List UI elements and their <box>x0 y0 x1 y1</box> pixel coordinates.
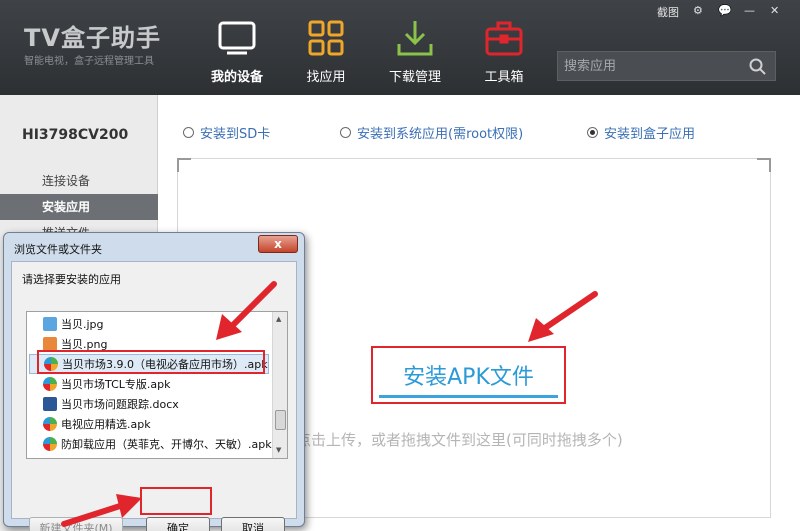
option-label: 安装到系统应用(需root权限) <box>357 127 524 142</box>
sidebar-item-install[interactable]: 安装应用 <box>0 194 158 220</box>
apk-file-icon <box>43 377 57 391</box>
arrow-annotation-icon <box>216 281 277 340</box>
list-item[interactable]: 当贝市场TCL专版.apk <box>29 374 170 394</box>
radio-button[interactable] <box>183 127 194 138</box>
grid-icon <box>304 18 348 58</box>
option-box-app[interactable]: 安装到盒子应用 <box>587 123 695 142</box>
option-sd-card[interactable]: 安装到SD卡 <box>183 123 270 142</box>
screenshot-button[interactable]: 截图 <box>657 4 679 20</box>
file-name: 防卸载应用（英菲克、开博尔、天敏）.apk <box>61 438 272 451</box>
list-item[interactable]: 当贝.jpg <box>29 314 104 334</box>
file-name: 当贝市场问题跟踪.docx <box>61 398 179 411</box>
jpg-file-icon <box>43 317 57 331</box>
file-name: 当贝.jpg <box>61 318 104 331</box>
drop-hint: 点击上传，或者拖拽文件到这里(可同时拖拽多个) <box>296 431 623 449</box>
nav-find-apps[interactable]: 找应用 <box>286 18 366 85</box>
corner-mark <box>177 158 191 172</box>
app-logo-title: TV盒子助手 <box>24 24 161 52</box>
nav-my-devices[interactable]: 我的设备 <box>197 18 277 85</box>
app-header: TV盒子助手 智能电视，盒子远程管理工具 我的设备 找应用 下载管理 工具箱 截… <box>0 0 800 95</box>
search-input[interactable] <box>564 56 744 76</box>
option-label: 安装到盒子应用 <box>604 127 696 142</box>
file-name: 当贝市场TCL专版.apk <box>61 378 171 391</box>
list-item[interactable]: 防卸载应用（英菲克、开博尔、天敏）.apk <box>29 434 272 454</box>
cancel-button[interactable]: 取消 <box>221 517 285 531</box>
download-icon <box>393 18 437 58</box>
scroll-thumb[interactable] <box>275 410 286 430</box>
png-file-icon <box>43 337 57 351</box>
list-item[interactable]: 当贝市场问题跟踪.docx <box>29 394 179 414</box>
device-name: HI3798CV200 <box>22 127 129 143</box>
dialog-prompt: 请选择要安装的应用 <box>22 273 121 286</box>
apk-file-icon <box>43 437 57 451</box>
install-apk-label: 安装APK文件 <box>403 365 534 390</box>
radio-button-checked[interactable] <box>587 127 598 138</box>
settings-icon[interactable]: ⚙ <box>693 4 703 17</box>
docx-file-icon <box>43 397 57 411</box>
close-icon[interactable]: ✕ <box>770 4 779 17</box>
nav-label: 下载管理 <box>388 70 441 85</box>
apk-file-icon <box>43 417 57 431</box>
nav-toolbox[interactable]: 工具箱 <box>464 18 544 85</box>
radio-button[interactable] <box>340 127 351 138</box>
feedback-icon[interactable]: 💬 <box>718 4 732 17</box>
file-browser-dialog: 浏览文件或文件夹 x 请选择要安装的应用 当贝.jpg 当贝.png 当贝市场3… <box>3 232 305 531</box>
minimize-icon[interactable]: — <box>744 4 755 17</box>
file-highlight-box <box>37 350 265 374</box>
sidebar-item-connect[interactable]: 连接设备 <box>0 168 158 194</box>
option-system-app[interactable]: 安装到系统应用(需root权限) <box>340 123 523 142</box>
tv-icon <box>215 18 259 58</box>
dialog-title: 浏览文件或文件夹 <box>14 243 102 256</box>
nav-label: 找应用 <box>306 70 346 85</box>
ok-highlight-box <box>140 487 212 515</box>
option-label: 安装到SD卡 <box>200 127 271 142</box>
nav-label: 工具箱 <box>484 70 524 85</box>
corner-mark <box>757 158 771 172</box>
scroll-down-icon[interactable]: ▼ <box>276 446 281 454</box>
arrow-annotation-icon <box>61 494 142 527</box>
arrow-annotation-icon <box>528 291 598 342</box>
ok-button[interactable]: 确定 <box>146 517 210 531</box>
search-box <box>557 51 776 81</box>
nav-label: 我的设备 <box>210 70 263 85</box>
file-name: 电视应用精选.apk <box>61 418 151 431</box>
list-item[interactable]: 电视应用精选.apk <box>29 414 151 434</box>
toolbox-icon <box>482 18 526 58</box>
nav-downloads[interactable]: 下载管理 <box>375 18 455 85</box>
install-apk-button[interactable]: 安装APK文件 <box>371 346 566 404</box>
app-logo-subtitle: 智能电视，盒子远程管理工具 <box>24 56 154 67</box>
search-icon[interactable] <box>749 58 767 76</box>
dialog-close-button[interactable]: x <box>258 235 298 253</box>
